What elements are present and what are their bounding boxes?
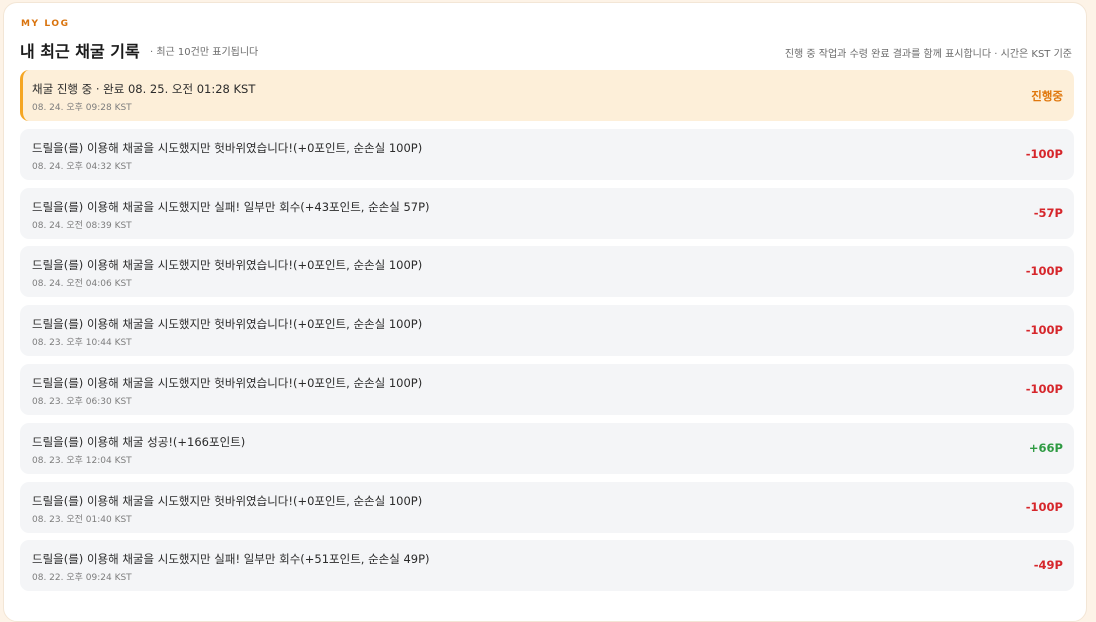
log-item: 드릴을(를) 이용해 채굴을 시도했지만 실패! 일부만 회수(+51포인트, … bbox=[20, 540, 1074, 592]
header-note: 진행 중 작업과 수령 완료 결과를 함께 표시합니다 · 시간은 KST 기준 bbox=[784, 49, 1072, 60]
page-title: 내 최근 채굴 기록 bbox=[20, 42, 140, 61]
log-item-time: 08. 24. 오후 04:32 KST bbox=[32, 161, 132, 172]
log-item-text: 드릴을(를) 이용해 채굴 성공!(+166포인트) bbox=[32, 434, 246, 449]
log-item-time: 08. 23. 오후 10:44 KST bbox=[32, 338, 132, 349]
log-item-text: 드릴을(를) 이용해 채굴을 시도했지만 헛바위였습니다!(+0포인트, 순손실… bbox=[32, 258, 423, 273]
points-badge: -49P bbox=[1033, 558, 1063, 573]
log-list: 채굴 진행 중 · 완료 08. 25. 오전 01:28 KST 08. 24… bbox=[20, 70, 1074, 599]
log-item-text: 드릴을(를) 이용해 채굴을 시도했지만 실패! 일부만 회수(+43포인트, … bbox=[32, 199, 430, 214]
points-badge: +66P bbox=[1028, 440, 1063, 455]
log-item-text: 드릴을(를) 이용해 채굴을 시도했지만 헛바위였습니다!(+0포인트, 순손실… bbox=[32, 140, 423, 155]
points-badge: -100P bbox=[1025, 146, 1063, 161]
log-item-text: 드릴을(를) 이용해 채굴을 시도했지만 헛바위였습니다!(+0포인트, 순손실… bbox=[32, 317, 423, 332]
log-item-time: 08. 23. 오후 06:30 KST bbox=[32, 396, 132, 407]
log-item-text: 드릴을(를) 이용해 채굴을 시도했지만 헛바위였습니다!(+0포인트, 순손실… bbox=[32, 375, 423, 390]
log-item: 드릴을(를) 이용해 채굴 성공!(+166포인트) 08. 23. 오후 12… bbox=[20, 422, 1074, 474]
log-item-time: 08. 24. 오전 04:06 KST bbox=[32, 279, 132, 290]
log-item-text: 채굴 진행 중 · 완료 08. 25. 오전 01:28 KST bbox=[32, 82, 256, 96]
log-item: 드릴을(를) 이용해 채굴을 시도했지만 헛바위였습니다!(+0포인트, 순손실… bbox=[20, 481, 1074, 533]
points-badge: -100P bbox=[1025, 264, 1063, 279]
page-subtitle: · 최근 10건만 표기됩니다 bbox=[150, 47, 259, 58]
section-eyebrow: MY LOG bbox=[21, 19, 70, 29]
points-badge: -100P bbox=[1025, 499, 1063, 514]
log-item-text: 드릴을(를) 이용해 채굴을 시도했지만 실패! 일부만 회수(+51포인트, … bbox=[32, 552, 430, 567]
log-item-time: 08. 24. 오후 09:28 KST bbox=[32, 103, 132, 113]
points-badge: -100P bbox=[1025, 381, 1063, 396]
log-item: 드릴을(를) 이용해 채굴을 시도했지만 헛바위였습니다!(+0포인트, 순손실… bbox=[20, 305, 1074, 357]
status-badge: 진행중 bbox=[1031, 89, 1063, 103]
points-badge: -100P bbox=[1025, 323, 1063, 338]
log-item: 드릴을(를) 이용해 채굴을 시도했지만 실패! 일부만 회수(+43포인트, … bbox=[20, 187, 1074, 239]
log-item-time: 08. 24. 오전 08:39 KST bbox=[32, 220, 132, 231]
log-item-time: 08. 22. 오후 09:24 KST bbox=[32, 573, 132, 584]
log-item: 드릴을(를) 이용해 채굴을 시도했지만 헛바위였습니다!(+0포인트, 순손실… bbox=[20, 246, 1074, 298]
log-item: 드릴을(를) 이용해 채굴을 시도했지만 헛바위였습니다!(+0포인트, 순손실… bbox=[20, 363, 1074, 415]
log-item-text: 드릴을(를) 이용해 채굴을 시도했지만 헛바위였습니다!(+0포인트, 순손실… bbox=[32, 493, 423, 508]
log-item: 드릴을(를) 이용해 채굴을 시도했지만 헛바위였습니다!(+0포인트, 순손실… bbox=[20, 128, 1074, 180]
points-badge: -57P bbox=[1033, 205, 1063, 220]
mining-log-panel: MY LOG 내 최근 채굴 기록 · 최근 10건만 표기됩니다 진행 중 작… bbox=[3, 2, 1087, 622]
log-item-time: 08. 23. 오전 01:40 KST bbox=[32, 514, 132, 525]
log-item-time: 08. 23. 오후 12:04 KST bbox=[32, 455, 132, 466]
log-item-in-progress: 채굴 진행 중 · 완료 08. 25. 오전 01:28 KST 08. 24… bbox=[20, 70, 1074, 121]
